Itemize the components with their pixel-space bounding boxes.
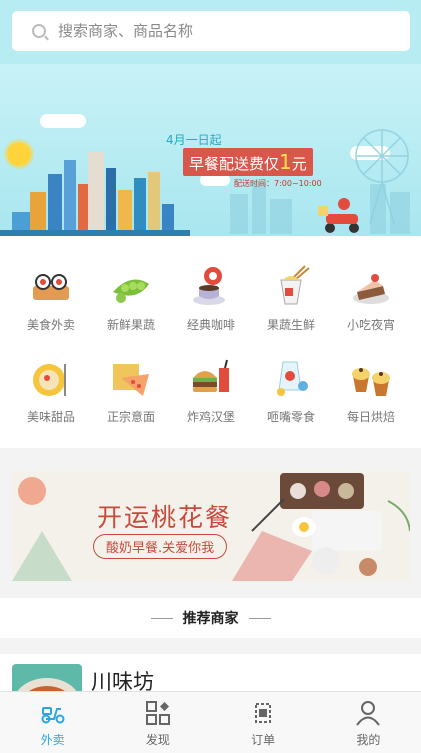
category-item-snacks-late-night[interactable]: 小吃夜宵 [331,262,411,333]
order-icon [255,703,272,723]
category-label: 经典咖啡 [186,318,235,332]
category-item-coffee[interactable]: 经典咖啡 [171,262,251,333]
banner-delivery-time: 配送时间：7:00~10:00 [234,179,322,188]
header [0,0,421,64]
category-item-fresh-produce[interactable]: 新鲜果蔬 [91,262,171,333]
category-item-fried-chicken-burger[interactable]: 炸鸡汉堡 [171,354,251,425]
banner-date: 4月一日起 [166,133,222,147]
category-item-fresh-vegetables[interactable]: 果蔬生鲜 [251,262,331,333]
promo-banner[interactable]: 4月一日起 早餐配送费仅1元 配送时间：7:00~10:00 [0,64,421,236]
bottom-tab-bar: 外卖 发现 订单 我的 [0,691,421,753]
tab-orders[interactable]: 订单 [211,692,316,753]
category-item-desserts[interactable]: 美味甜品 [11,354,91,425]
banner-headline: 早餐配送费仅1元 [183,148,313,176]
recommend-title: 推荐商家 [182,611,239,627]
tab-mine[interactable]: 我的 [316,692,421,753]
grid-icon [145,701,170,725]
noodle-box-icon [280,265,310,305]
burger-icon [193,359,229,392]
search-bar[interactable] [12,11,410,51]
search-input[interactable] [58,22,358,40]
user-icon [356,701,381,726]
coffee-icon [193,267,225,305]
banner-headline-suffix: 元 [291,155,307,173]
category-item-pasta[interactable]: 正宗意面 [91,354,171,425]
category-label: 炸鸡汉堡 [186,410,235,424]
category-item-snacks[interactable]: 咂嘴零食 [251,354,331,425]
category-label: 咂嘴零食 [266,410,315,424]
category-label: 美食外卖 [26,318,75,332]
cake-slice-icon [353,274,389,304]
banner-headline-prefix: 早餐配送费仅 [189,155,280,173]
snacks-icon [277,361,308,396]
category-label: 小吃夜宵 [346,318,395,332]
promo-subtitle: 酸奶早餐.关爱你我 [93,534,228,559]
pizza-plate-icon [33,364,66,396]
tab-discover[interactable]: 发现 [105,692,210,753]
category-label: 果蔬生鲜 [266,318,315,332]
category-label: 新鲜果蔬 [106,318,155,332]
scooter-icon [41,707,65,724]
tab-label: 外卖 [40,733,65,747]
peas-icon [113,279,149,303]
tab-label: 我的 [356,733,381,747]
divider [248,617,271,619]
tab-label: 订单 [251,733,276,747]
promo-card[interactable]: 开运桃花餐 酸奶早餐.关爱你我 [12,471,410,581]
tab-label: 发现 [145,733,170,747]
category-item-food[interactable]: 美食外卖 [11,262,91,333]
category-grid: 美食外卖 新鲜果蔬 经典咖啡 果蔬生鲜 小吃夜宵 美味甜品 正宗意面 炸鸡汉堡 … [0,236,421,448]
category-label: 正宗意面 [106,410,155,424]
recommend-section-header: 推荐商家 [0,598,421,638]
pizza-box-icon [113,364,149,396]
divider [150,617,173,619]
banner-price: 1 [279,150,292,174]
cupcake-icon [352,368,390,396]
promo-title: 开运桃花餐 [97,503,233,532]
category-label: 每日烘焙 [346,410,395,424]
search-icon [32,24,46,38]
tab-takeout[interactable]: 外卖 [0,692,105,753]
sushi-icon [33,274,69,300]
category-item-bakery[interactable]: 每日烘焙 [331,354,411,425]
category-label: 美味甜品 [26,410,75,424]
